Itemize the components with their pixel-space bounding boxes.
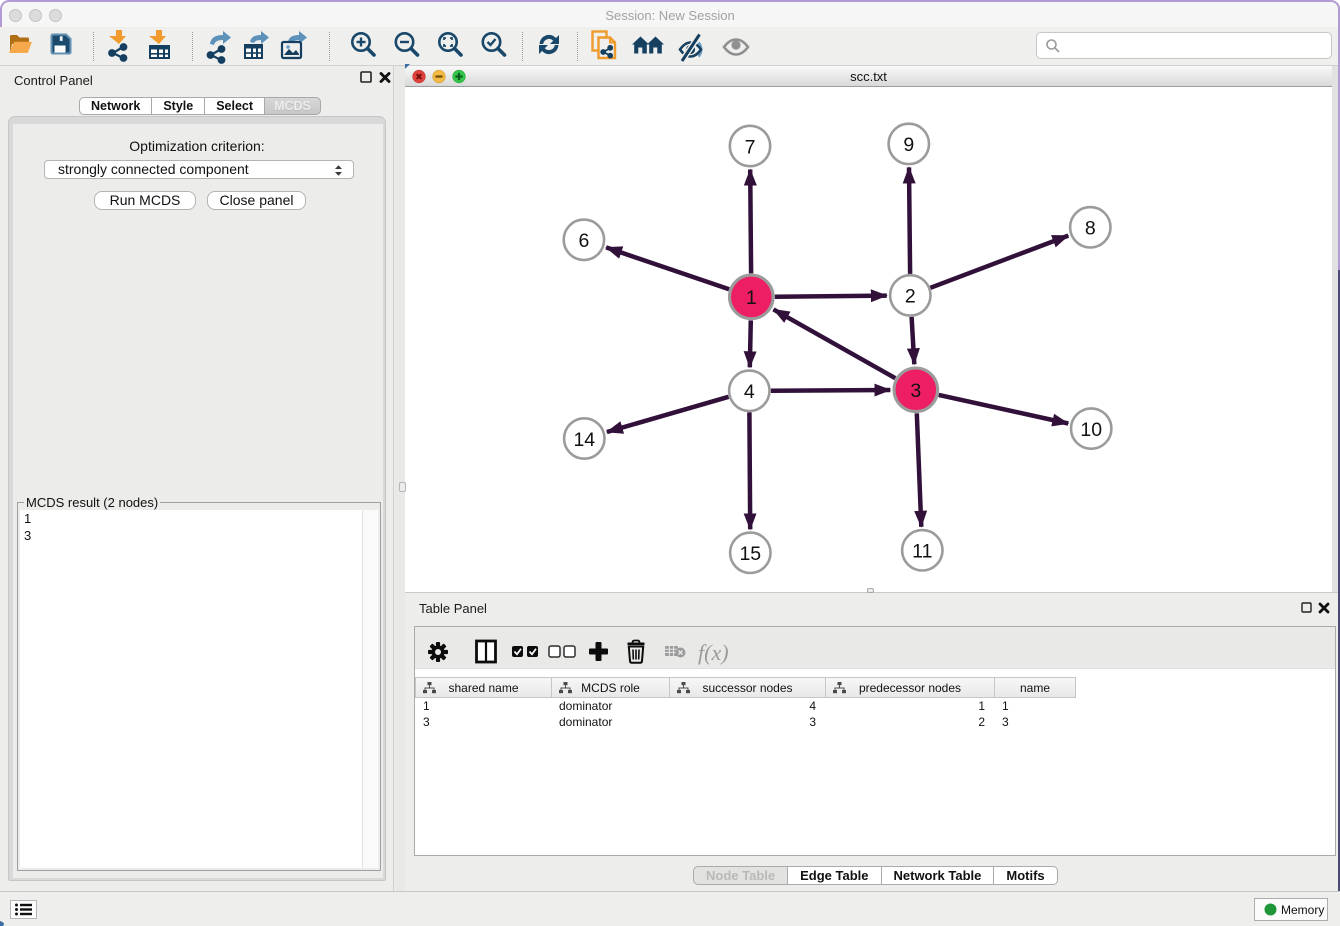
svg-text:7: 7 (745, 136, 756, 158)
svg-text:2: 2 (905, 286, 916, 308)
svg-text:4: 4 (744, 381, 755, 403)
svg-text:10: 10 (1080, 419, 1102, 441)
svg-text:15: 15 (739, 543, 761, 565)
svg-text:f(x): f(x) (698, 640, 729, 665)
svg-text:14: 14 (573, 429, 595, 451)
svg-text:3: 3 (910, 380, 921, 402)
svg-text:1: 1 (746, 287, 757, 309)
svg-text:6: 6 (578, 230, 589, 252)
svg-text:9: 9 (903, 134, 914, 156)
svg-text:8: 8 (1085, 218, 1096, 240)
svg-text:11: 11 (912, 541, 932, 563)
